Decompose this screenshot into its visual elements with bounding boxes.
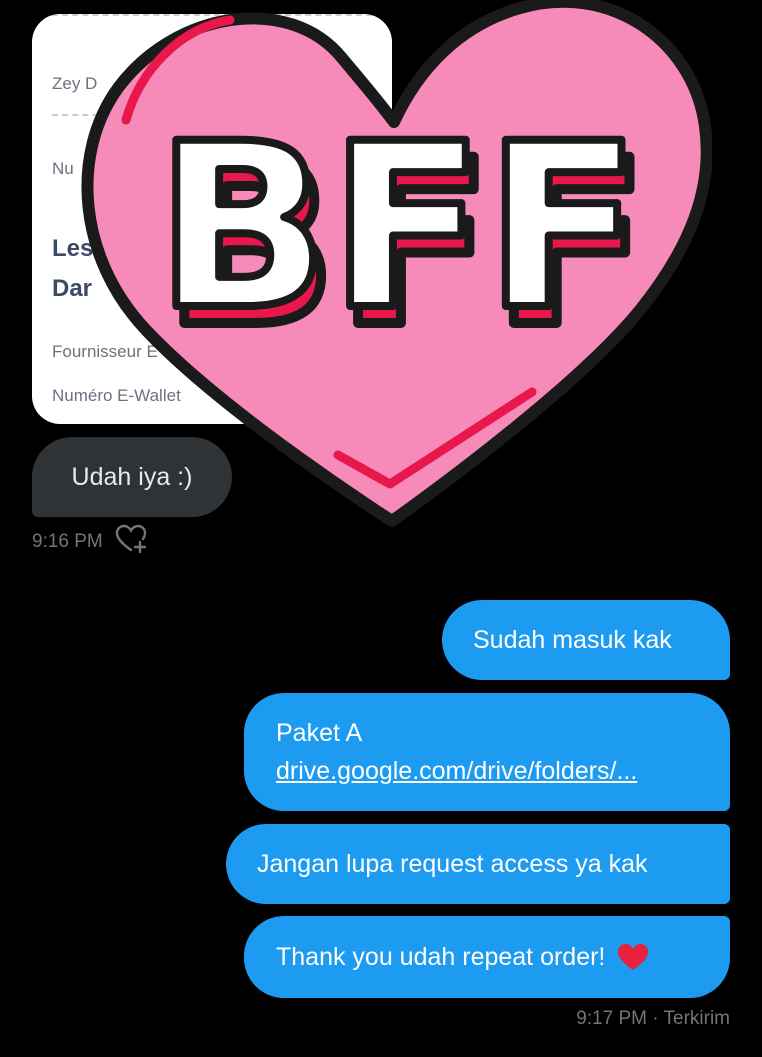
drive-link[interactable]: drive.google.com/drive/folders/... [276,752,637,790]
red-heart-icon [617,943,649,971]
outgoing-message-bubble[interactable]: Thank you udah repeat order! [244,916,730,998]
outgoing-message-bubble[interactable]: Paket A drive.google.com/drive/folders/.… [244,693,730,811]
meta-separator: · [646,1008,664,1029]
delivery-status: Terkirim [663,1008,731,1029]
outgoing-message-text: Paket A [276,719,363,747]
outgoing-timestamp: 9:17 PM [576,1008,647,1029]
outgoing-message-bubble[interactable]: Jangan lupa request access ya kak [226,824,730,904]
bff-text: BFF [155,94,640,360]
card-line2: Nu [52,159,74,178]
outgoing-message-text: Sudah masuk kak [473,625,672,654]
outgoing-message-text: Thank you udah repeat order! [276,942,606,971]
outgoing-message-bubble[interactable]: Sudah masuk kak [442,600,730,680]
outgoing-message-meta: 9:17 PM · Terkirim [576,1008,730,1030]
outgoing-message-text: Jangan lupa request access ya kak [257,849,648,878]
bff-heart-sticker: BFF BFF [81,0,712,527]
